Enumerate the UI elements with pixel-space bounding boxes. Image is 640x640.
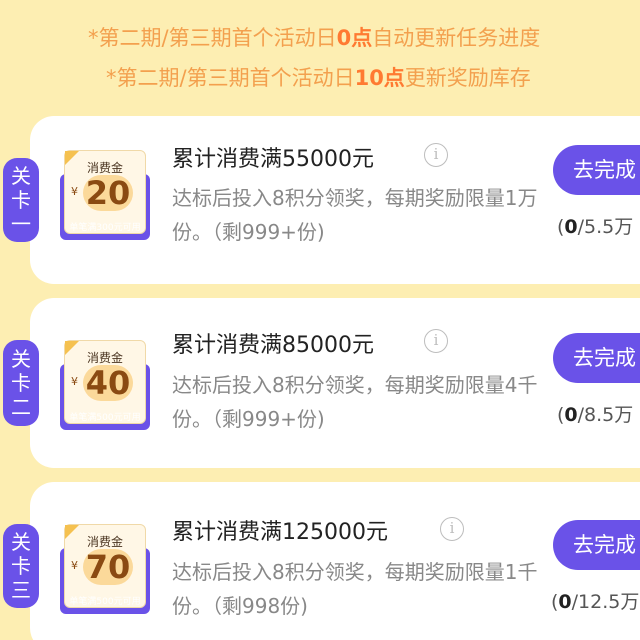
- task-progress: (0/12.5万: [551, 587, 639, 614]
- notice-text: *第二期/第三期首个活动日: [106, 66, 355, 90]
- notice-progress-update: *第二期/第三期首个活动日0点自动更新任务进度: [88, 22, 640, 52]
- go-complete-button[interactable]: 去完成: [553, 520, 640, 570]
- notice-text: 自动更新任务进度: [372, 26, 541, 50]
- notice-stock-update: *第二期/第三期首个活动日10点更新奖励库存: [106, 62, 640, 92]
- coupon-reward-1: 消费金 ¥ 20 单笔满300元可用: [60, 150, 150, 240]
- level-tab-char: 关: [11, 164, 31, 188]
- level-tab-2: 关 卡 二: [3, 340, 39, 426]
- level-tab-char: 卡: [11, 188, 31, 212]
- coupon-condition: 单笔满300元可用: [69, 223, 141, 233]
- task-description: 达标后投入8积分领奖，每期奖励限量4千份。（剩999+份): [172, 373, 538, 431]
- level-tab-char: 关: [11, 347, 31, 371]
- level-tab-char: 卡: [11, 554, 31, 578]
- coupon-currency: ¥: [71, 559, 78, 572]
- progress-target: /8.5万: [577, 404, 634, 426]
- task-progress: (0/8.5万: [557, 400, 633, 427]
- coupon-currency: ¥: [71, 375, 78, 388]
- level-tab-char: 二: [11, 395, 31, 419]
- task-title: 累计消费满125000元: [172, 520, 388, 545]
- notice-highlight: 0点: [336, 26, 373, 50]
- notice-highlight: 10点: [354, 66, 405, 90]
- coupon-amount: 70: [83, 549, 133, 585]
- coupon-condition: 单笔满500元可用: [69, 413, 141, 423]
- level-tab-1: 关 卡 一: [3, 158, 39, 242]
- task-description: 达标后投入8积分领奖，每期奖励限量1千份。（剩998份): [172, 560, 538, 618]
- info-icon[interactable]: i: [440, 517, 464, 541]
- go-complete-button[interactable]: 去完成: [553, 333, 640, 383]
- task-progress: (0/5.5万: [557, 212, 633, 239]
- task-title: 累计消费满85000元: [172, 333, 374, 358]
- info-icon[interactable]: i: [424, 143, 448, 167]
- progress-target: /5.5万: [577, 216, 634, 238]
- coupon-condition: 单笔满500元可用: [69, 597, 141, 607]
- task-title: 累计消费满55000元: [172, 147, 374, 172]
- progress-current: 0: [558, 591, 572, 613]
- task-page: *第二期/第三期首个活动日0点自动更新任务进度 *第二期/第三期首个活动日10点…: [0, 0, 640, 640]
- level-tab-char: 三: [11, 578, 31, 602]
- task-description: 达标后投入8积分领奖，每期奖励限量1万份。（剩999+份): [172, 186, 538, 244]
- coupon-reward-3: 消费金 ¥ 70 单笔满500元可用: [60, 524, 150, 614]
- level-tab-char: 一: [11, 212, 31, 236]
- level-tab-char: 卡: [11, 371, 31, 395]
- notice-text: *第二期/第三期首个活动日: [88, 26, 337, 50]
- level-tab-char: 关: [11, 530, 31, 554]
- level-tab-3: 关 卡 三: [3, 524, 39, 608]
- coupon-amount: 20: [83, 175, 133, 211]
- progress-target: /12.5万: [571, 591, 640, 613]
- coupon-amount: 40: [83, 365, 133, 401]
- go-complete-button[interactable]: 去完成: [553, 145, 640, 195]
- notice-text: 更新奖励库存: [404, 66, 531, 90]
- coupon-reward-2: 消费金 ¥ 40 单笔满500元可用: [60, 340, 150, 430]
- info-icon[interactable]: i: [424, 329, 448, 353]
- coupon-currency: ¥: [71, 185, 78, 198]
- progress-current: 0: [564, 404, 578, 426]
- progress-current: 0: [564, 216, 578, 238]
